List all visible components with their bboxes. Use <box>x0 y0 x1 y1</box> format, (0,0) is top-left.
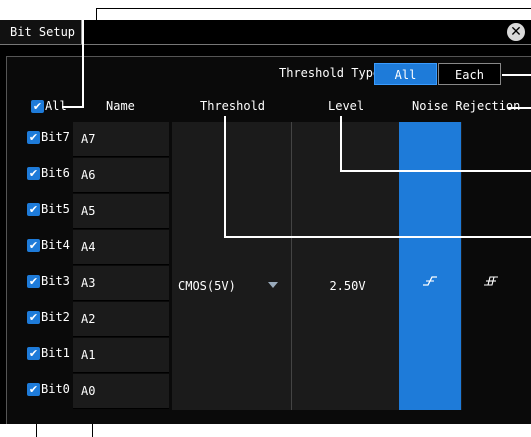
bit5-checkbox[interactable]: ✔ <box>27 203 40 216</box>
bit7-checkbox[interactable]: ✔ <box>27 131 40 144</box>
callout-threshold-horizontal <box>224 236 531 238</box>
callout-noise-rejection <box>508 107 531 109</box>
bit1-checkbox[interactable]: ✔ <box>27 347 40 360</box>
bit0-name-field[interactable]: A0 <box>73 374 169 409</box>
bit-setup-dialog: Bit Setup ✕ Threshold Type All Each ✔ Al… <box>0 20 531 424</box>
bit4-label: Bit4 <box>41 238 70 252</box>
threshold-type-label: Threshold Type <box>279 66 381 80</box>
bit1-name-field[interactable]: A1 <box>73 338 169 373</box>
level-header: Level <box>328 99 365 113</box>
callout-line-top-horizontal <box>96 8 531 9</box>
bit0-checkbox[interactable]: ✔ <box>27 383 40 396</box>
bit6-name-field[interactable]: A6 <box>73 158 169 193</box>
name-header: Name <box>106 99 135 113</box>
bit6-checkbox[interactable]: ✔ <box>27 167 40 180</box>
bit7-label: Bit7 <box>41 130 70 144</box>
noise-rejection-header: Noise Rejection <box>412 99 521 113</box>
noise-rejection-selected-column[interactable] <box>399 122 461 410</box>
bit6-label: Bit6 <box>41 166 70 180</box>
threshold-header: Threshold <box>200 99 266 113</box>
callout-all-vertical <box>82 20 84 108</box>
bit3-label: Bit3 <box>41 274 70 288</box>
bit2-checkbox[interactable]: ✔ <box>27 311 40 324</box>
callout-bottom-left <box>36 424 37 437</box>
callout-bottom-name <box>92 424 93 437</box>
chevron-down-icon <box>268 282 278 288</box>
noise-rejection-off-icon[interactable] <box>422 274 438 292</box>
callout-threshold-type <box>502 74 531 76</box>
threshold-type-all-button[interactable]: All <box>374 63 437 85</box>
threshold-type-each-button[interactable]: Each <box>438 63 501 85</box>
level-value[interactable]: 2.50V <box>300 266 395 306</box>
bit2-name-field[interactable]: A2 <box>73 302 169 337</box>
callout-all-connector <box>62 106 84 108</box>
bit3-name-field[interactable]: A3 <box>73 266 169 301</box>
title-bar: Bit Setup ✕ <box>0 20 531 45</box>
bit5-name-field[interactable]: A5 <box>73 194 169 229</box>
bit3-checkbox[interactable]: ✔ <box>27 275 40 288</box>
callout-level-vertical <box>340 116 342 172</box>
callout-level-horizontal <box>340 170 531 172</box>
all-checkbox[interactable]: ✔ <box>31 100 44 113</box>
bit2-label: Bit2 <box>41 310 70 324</box>
bit0-label: Bit0 <box>41 382 70 396</box>
dialog-title: Bit Setup <box>0 20 82 44</box>
callout-threshold-vertical <box>224 116 226 238</box>
bit4-checkbox[interactable]: ✔ <box>27 239 40 252</box>
bit1-label: Bit1 <box>41 346 70 360</box>
bit7-name-field[interactable]: A7 <box>73 122 169 157</box>
bit5-label: Bit5 <box>41 202 70 216</box>
noise-rejection-on-icon[interactable] <box>483 274 499 292</box>
bit4-name-field[interactable]: A4 <box>73 230 169 265</box>
close-button[interactable]: ✕ <box>507 23 525 41</box>
column-divider <box>291 122 292 410</box>
close-icon: ✕ <box>510 24 522 40</box>
